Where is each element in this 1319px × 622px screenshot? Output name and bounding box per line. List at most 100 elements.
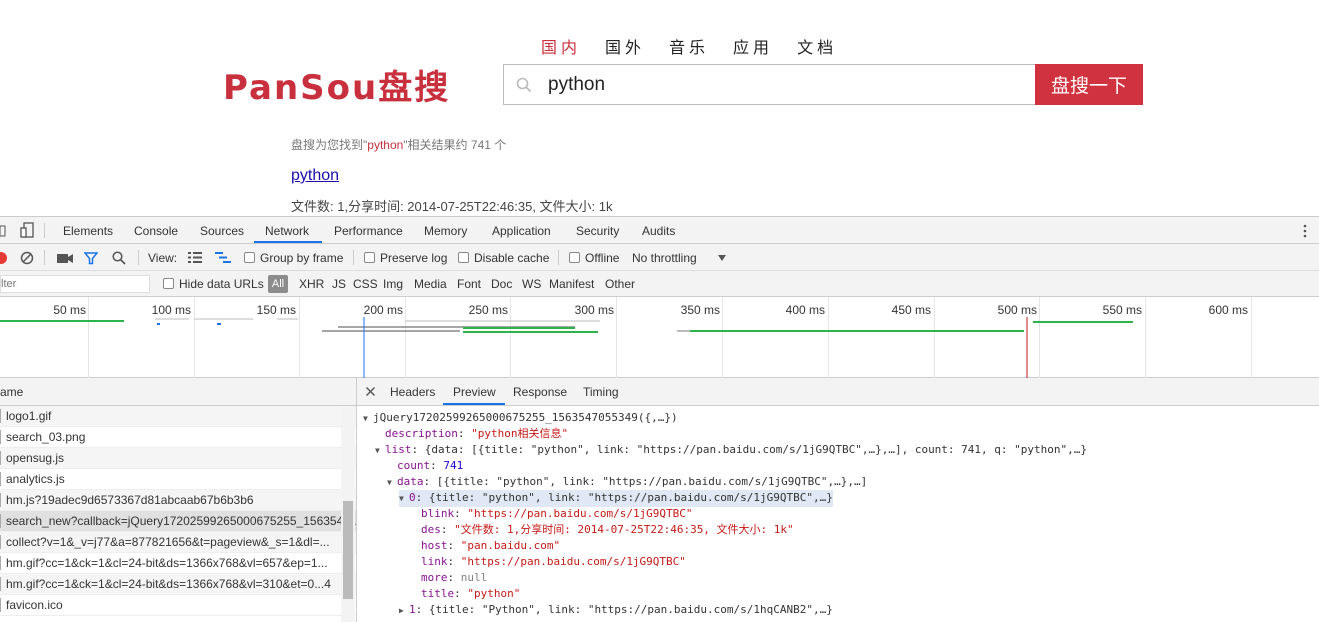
- group-by-frame-label: Group by frame: [260, 251, 344, 265]
- filter-type-js[interactable]: JS: [332, 277, 346, 291]
- filter-type-media[interactable]: Media: [414, 277, 447, 291]
- json-node-data[interactable]: ▼ data: [{title: "python", link: "https:/…: [387, 474, 867, 491]
- site-logo[interactable]: PanSou盘搜: [223, 60, 450, 109]
- group-by-frame-checkbox[interactable]: Group by frame: [244, 251, 343, 265]
- clear-icon[interactable]: [20, 251, 34, 265]
- request-row-selected[interactable]: search_new?callback=jQuery17202599265000…: [0, 511, 356, 532]
- capture-screenshots-icon[interactable]: [57, 252, 73, 264]
- request-row[interactable]: favicon.ico: [0, 595, 356, 616]
- filter-type-ws[interactable]: WS: [522, 277, 541, 291]
- json-string-value: "python": [467, 587, 521, 600]
- filter-type-manifest[interactable]: Manifest: [549, 277, 594, 291]
- tab-network[interactable]: Network: [265, 224, 309, 238]
- active-tab-indicator: [254, 241, 322, 243]
- search-button[interactable]: 盘搜一下: [1035, 64, 1143, 105]
- json-prop-description: description: "python相关信息": [385, 427, 569, 440]
- tab-audits[interactable]: Audits: [642, 224, 675, 238]
- json-key: data: [397, 475, 424, 488]
- result-count: 盘搜为您找到"python"相关结果约 741 个: [291, 136, 506, 153]
- offline-label: Offline: [585, 251, 620, 265]
- filter-icon[interactable]: [84, 251, 98, 265]
- search-network-icon[interactable]: [112, 251, 126, 265]
- tab-security[interactable]: Security: [576, 224, 619, 238]
- large-rows-icon[interactable]: [188, 252, 202, 263]
- expanded-triangle-icon[interactable]: ▼: [399, 491, 409, 507]
- json-node-item-1[interactable]: ▶ 1: {title: "Python", link: "https://pan…: [399, 602, 833, 619]
- inspect-icon[interactable]: [0, 224, 6, 238]
- collapsed-triangle-icon[interactable]: ▶: [399, 603, 409, 619]
- request-row[interactable]: collect?v=1&_v=j77&a=877821656&t=pagevie…: [0, 532, 356, 553]
- preserve-log-checkbox[interactable]: Preserve log: [364, 251, 447, 265]
- nav-item-docs[interactable]: 文档: [797, 34, 837, 58]
- result-title-link[interactable]: python: [291, 167, 339, 185]
- tab-sources[interactable]: Sources: [200, 224, 244, 238]
- filter-type-doc[interactable]: Doc: [491, 277, 512, 291]
- hide-data-urls-checkbox[interactable]: Hide data URLs: [163, 277, 264, 291]
- request-row[interactable]: opensug.js: [0, 448, 356, 469]
- filter-type-all[interactable]: All: [268, 275, 288, 293]
- filter-input[interactable]: [0, 275, 150, 293]
- network-toolbar: View: Group by frame Preserve log Disabl…: [0, 244, 1319, 271]
- filter-type-font[interactable]: Font: [457, 277, 481, 291]
- json-string-value: "文件数: 1,分享时间: 2014-07-25T22:46:35, 文件大小:…: [454, 523, 794, 536]
- request-row[interactable]: analytics.js: [0, 469, 356, 490]
- throttling-select[interactable]: No throttling: [632, 251, 697, 265]
- requests-name-header[interactable]: ame: [0, 378, 356, 406]
- tab-headers[interactable]: Headers: [390, 385, 435, 399]
- tab-performance[interactable]: Performance: [334, 224, 403, 238]
- record-icon[interactable]: [0, 251, 8, 265]
- json-prop-count: count: 741: [397, 459, 464, 472]
- requests-scrollbar[interactable]: [341, 406, 355, 622]
- chevron-down-icon[interactable]: [718, 255, 726, 261]
- scrollbar-thumb[interactable]: [343, 501, 353, 599]
- json-string-value: "https://pan.baidu.com/s/1jG9QTBC": [467, 507, 693, 520]
- tab-memory[interactable]: Memory: [424, 224, 467, 238]
- checkbox-box[interactable]: [569, 252, 580, 263]
- tab-response[interactable]: Response: [513, 385, 567, 399]
- filter-type-xhr[interactable]: XHR: [299, 277, 324, 291]
- close-icon[interactable]: [366, 387, 375, 396]
- offline-checkbox[interactable]: Offline: [569, 251, 619, 265]
- nav-item-apps[interactable]: 应用: [733, 34, 773, 58]
- network-overview-timeline[interactable]: 50 ms 100 ms 150 ms 200 ms 250 ms 300 ms…: [0, 297, 1319, 378]
- json-string-value: "pan.baidu.com": [460, 539, 561, 552]
- json-key: description: [385, 427, 458, 440]
- expanded-triangle-icon[interactable]: ▼: [363, 411, 373, 427]
- request-row[interactable]: hm.js?19adec9d6573367d81abcaab67b6b3b6: [0, 490, 356, 511]
- filter-type-css[interactable]: CSS: [353, 277, 378, 291]
- checkbox-box[interactable]: [244, 252, 255, 263]
- checkbox-box[interactable]: [458, 252, 469, 263]
- expanded-triangle-icon[interactable]: ▼: [387, 475, 397, 491]
- tab-application[interactable]: Application: [492, 224, 551, 238]
- json-number-value: 741: [443, 459, 464, 472]
- device-toggle-icon[interactable]: [20, 222, 34, 238]
- disable-cache-checkbox[interactable]: Disable cache: [458, 251, 549, 265]
- tab-console[interactable]: Console: [134, 224, 178, 238]
- json-node-item-0[interactable]: ▼ 0: {title: "python", link: "https://pan…: [399, 490, 833, 507]
- checkbox-box[interactable]: [163, 278, 174, 289]
- nav-item-music[interactable]: 音乐: [669, 34, 709, 58]
- more-menu-icon[interactable]: [1302, 224, 1308, 238]
- checkbox-box[interactable]: [364, 252, 375, 263]
- tab-timing[interactable]: Timing: [583, 385, 619, 399]
- json-key: host: [421, 539, 448, 552]
- nav-item-foreign[interactable]: 国外: [605, 34, 645, 58]
- tab-elements[interactable]: Elements: [63, 224, 113, 238]
- waterfall-overview-icon[interactable]: [215, 252, 231, 263]
- result-count-prefix: 盘搜为您找到": [291, 138, 368, 152]
- filter-type-other[interactable]: Other: [605, 277, 635, 291]
- json-null-value: null: [460, 571, 488, 584]
- search-input[interactable]: [548, 71, 1018, 99]
- json-node-list[interactable]: ▼ list: {data: [{title: "python", link: "…: [375, 442, 1087, 459]
- toolbar-separator: [353, 250, 354, 265]
- json-root-node[interactable]: ▼ jQuery17202599265000675255_156354705534…: [363, 410, 678, 427]
- nav-item-domestic[interactable]: 国内: [541, 34, 581, 58]
- filter-type-img[interactable]: Img: [383, 277, 403, 291]
- request-row[interactable]: hm.gif?cc=1&ck=1&cl=24-bit&ds=1366x768&v…: [0, 574, 356, 595]
- request-row[interactable]: hm.gif?cc=1&ck=1&cl=24-bit&ds=1366x768&v…: [0, 553, 356, 574]
- request-row[interactable]: search_03.png: [0, 427, 356, 448]
- request-row[interactable]: logo1.gif: [0, 406, 356, 427]
- expanded-triangle-icon[interactable]: ▼: [375, 443, 385, 459]
- json-object-summary: {data: [{title: "python", link: "https:/…: [424, 443, 1088, 456]
- tab-preview[interactable]: Preview: [453, 385, 496, 399]
